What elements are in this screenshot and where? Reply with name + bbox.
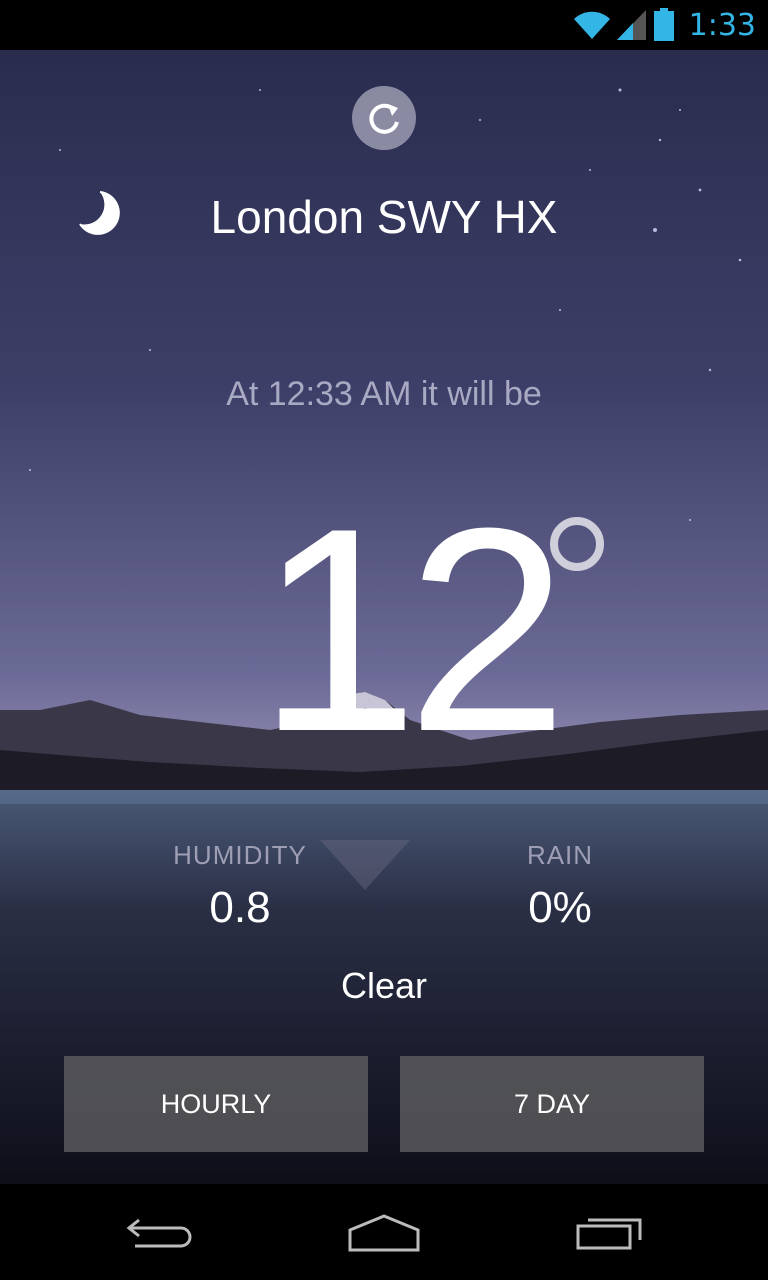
home-button[interactable]	[334, 1202, 434, 1262]
home-icon	[348, 1214, 420, 1252]
weather-condition: Clear	[340, 965, 428, 1006]
seven-day-button[interactable]: 7 DAY	[400, 1056, 704, 1152]
status-icons: 1:33	[573, 6, 756, 44]
weather-screen: 1:33 London SWY HX At 12:33 AM it will b…	[0, 0, 768, 1280]
humidity-stat: HUMIDITY 0.8	[140, 840, 340, 933]
recent-apps-button[interactable]	[560, 1202, 660, 1262]
weather-panel: London SWY HX At 12:33 AM it will be 12 …	[0, 50, 768, 1184]
back-icon	[126, 1218, 192, 1248]
back-button[interactable]	[110, 1202, 210, 1262]
hourly-button[interactable]: HOURLY	[64, 1056, 368, 1152]
battery-icon	[653, 8, 674, 41]
recent-apps-icon	[576, 1218, 642, 1250]
forecast-time: At 12:33 AM it will be	[226, 375, 542, 413]
humidity-label: HUMIDITY	[173, 840, 307, 870]
wifi-icon	[573, 11, 610, 39]
navigation-bar	[0, 1184, 768, 1280]
humidity-value: 0.8	[209, 883, 271, 932]
signal-icon	[616, 10, 646, 40]
status-time: 1:33	[688, 7, 756, 43]
rain-stat: RAIN 0%	[460, 840, 660, 933]
location-name: London SWY HX	[210, 191, 558, 243]
refresh-button[interactable]	[352, 86, 416, 150]
refresh-icon	[369, 103, 399, 134]
temperature-value: 12	[257, 468, 568, 792]
rain-label: RAIN	[526, 840, 594, 870]
rain-value: 0%	[528, 883, 592, 932]
degree-icon	[550, 517, 604, 571]
status-bar: 1:33	[0, 0, 768, 50]
